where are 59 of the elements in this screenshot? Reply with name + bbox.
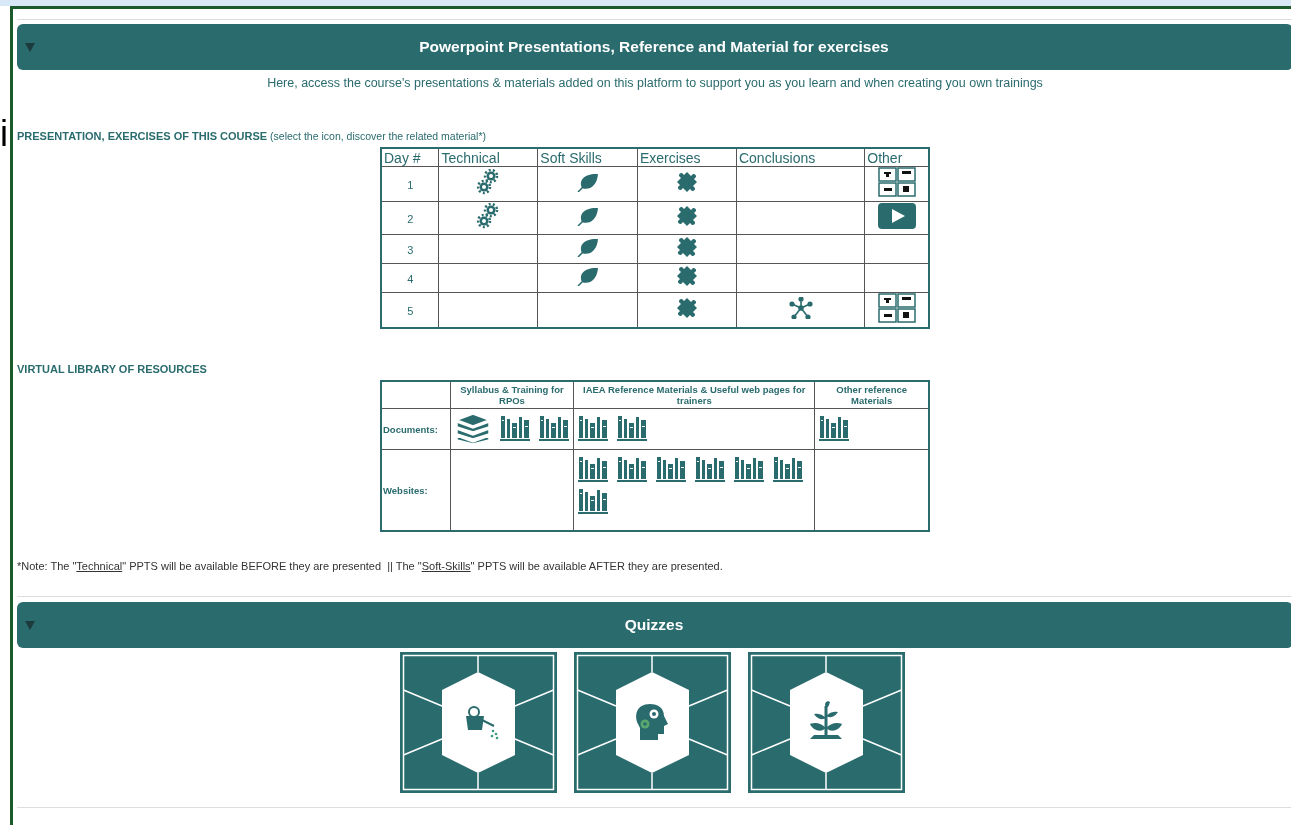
page-text-fragment: i: [0, 114, 8, 154]
network-icon[interactable]: [788, 297, 813, 319]
media-grid-icon[interactable]: [877, 167, 916, 197]
bookshelf-icon[interactable]: [617, 414, 648, 442]
leaf-icon[interactable]: [576, 206, 599, 226]
video-icon[interactable]: [877, 203, 916, 229]
section-heading: VIRTUAL LIBRARY OF RESOURCES: [17, 363, 208, 375]
puzzle-icon[interactable]: [675, 171, 698, 193]
day-number: 4: [407, 273, 414, 285]
column-header: Syllabus & Training for RPOs: [450, 381, 574, 409]
note-link[interactable]: Soft-Skills: [421, 560, 471, 572]
bookshelf-icon[interactable]: [617, 455, 648, 483]
intro-text: Here, access the course's presentations & materials added on this platform to support you as you learn and when creating you own trainings: [266, 76, 1044, 92]
collapse-arrow-icon: [25, 620, 35, 630]
collapse-arrow-icon: [25, 42, 35, 52]
column-header: Soft Skills: [537, 148, 638, 167]
quiz-tile[interactable]: [573, 652, 731, 793]
bookshelf-icon[interactable]: [656, 455, 687, 483]
bookshelf-icon[interactable]: [695, 455, 726, 483]
leaf-icon[interactable]: [576, 172, 599, 192]
bookshelf-icon[interactable]: [819, 414, 850, 442]
day-number: 2: [407, 213, 414, 225]
row-label: Websites:: [383, 484, 428, 496]
watering-can-icon: [465, 706, 498, 740]
bookshelf-icon[interactable]: [734, 455, 765, 483]
day-number: 3: [407, 244, 414, 256]
books-icon[interactable]: [454, 414, 491, 444]
puzzle-icon[interactable]: [675, 236, 698, 258]
column-header: IAEA Reference Materials & Useful web pages for trainers: [573, 381, 815, 409]
note-link[interactable]: Technical: [76, 560, 123, 572]
media-grid-icon[interactable]: [877, 293, 916, 323]
leaf-icon[interactable]: [576, 237, 599, 257]
bookshelf-icon[interactable]: [499, 414, 530, 442]
column-header: Day #: [381, 148, 439, 167]
quiz-tile[interactable]: [399, 652, 557, 793]
plant-icon: [809, 701, 842, 739]
quiz-tile[interactable]: [747, 652, 905, 793]
bookshelf-icon[interactable]: [538, 414, 569, 442]
leaf-icon[interactable]: [576, 266, 599, 286]
column-header: Exercises: [637, 148, 737, 167]
gears-icon[interactable]: [477, 169, 500, 195]
section-header[interactable]: Quizzes: [17, 602, 1291, 648]
puzzle-icon[interactable]: [675, 205, 698, 227]
day-number: 5: [407, 305, 414, 317]
column-header: Conclusions: [736, 148, 865, 167]
puzzle-icon[interactable]: [675, 265, 698, 287]
column-header: Technical: [438, 148, 538, 167]
bookshelf-icon[interactable]: [578, 487, 609, 515]
bookshelf-icon[interactable]: [578, 414, 609, 442]
day-number: 1: [407, 179, 414, 191]
section-heading: PRESENTATION, EXERCISES OF THIS COURSE (select the icon, discover the related material*): [17, 130, 488, 142]
note-text: *Note: The "Technical" PPTS will be available BEFORE they are presented || The "Soft-Skills" PPTS will be available AFTER they are presented.: [17, 560, 724, 572]
bookshelf-icon[interactable]: [773, 455, 804, 483]
bookshelf-icon[interactable]: [578, 455, 609, 483]
puzzle-icon[interactable]: [675, 297, 698, 319]
section-header[interactable]: Powerpoint Presentations, Reference and Material for exercises: [17, 24, 1291, 70]
gears-icon[interactable]: [477, 203, 500, 229]
head-gears-icon: [635, 704, 668, 740]
row-label: Documents:: [383, 423, 438, 435]
